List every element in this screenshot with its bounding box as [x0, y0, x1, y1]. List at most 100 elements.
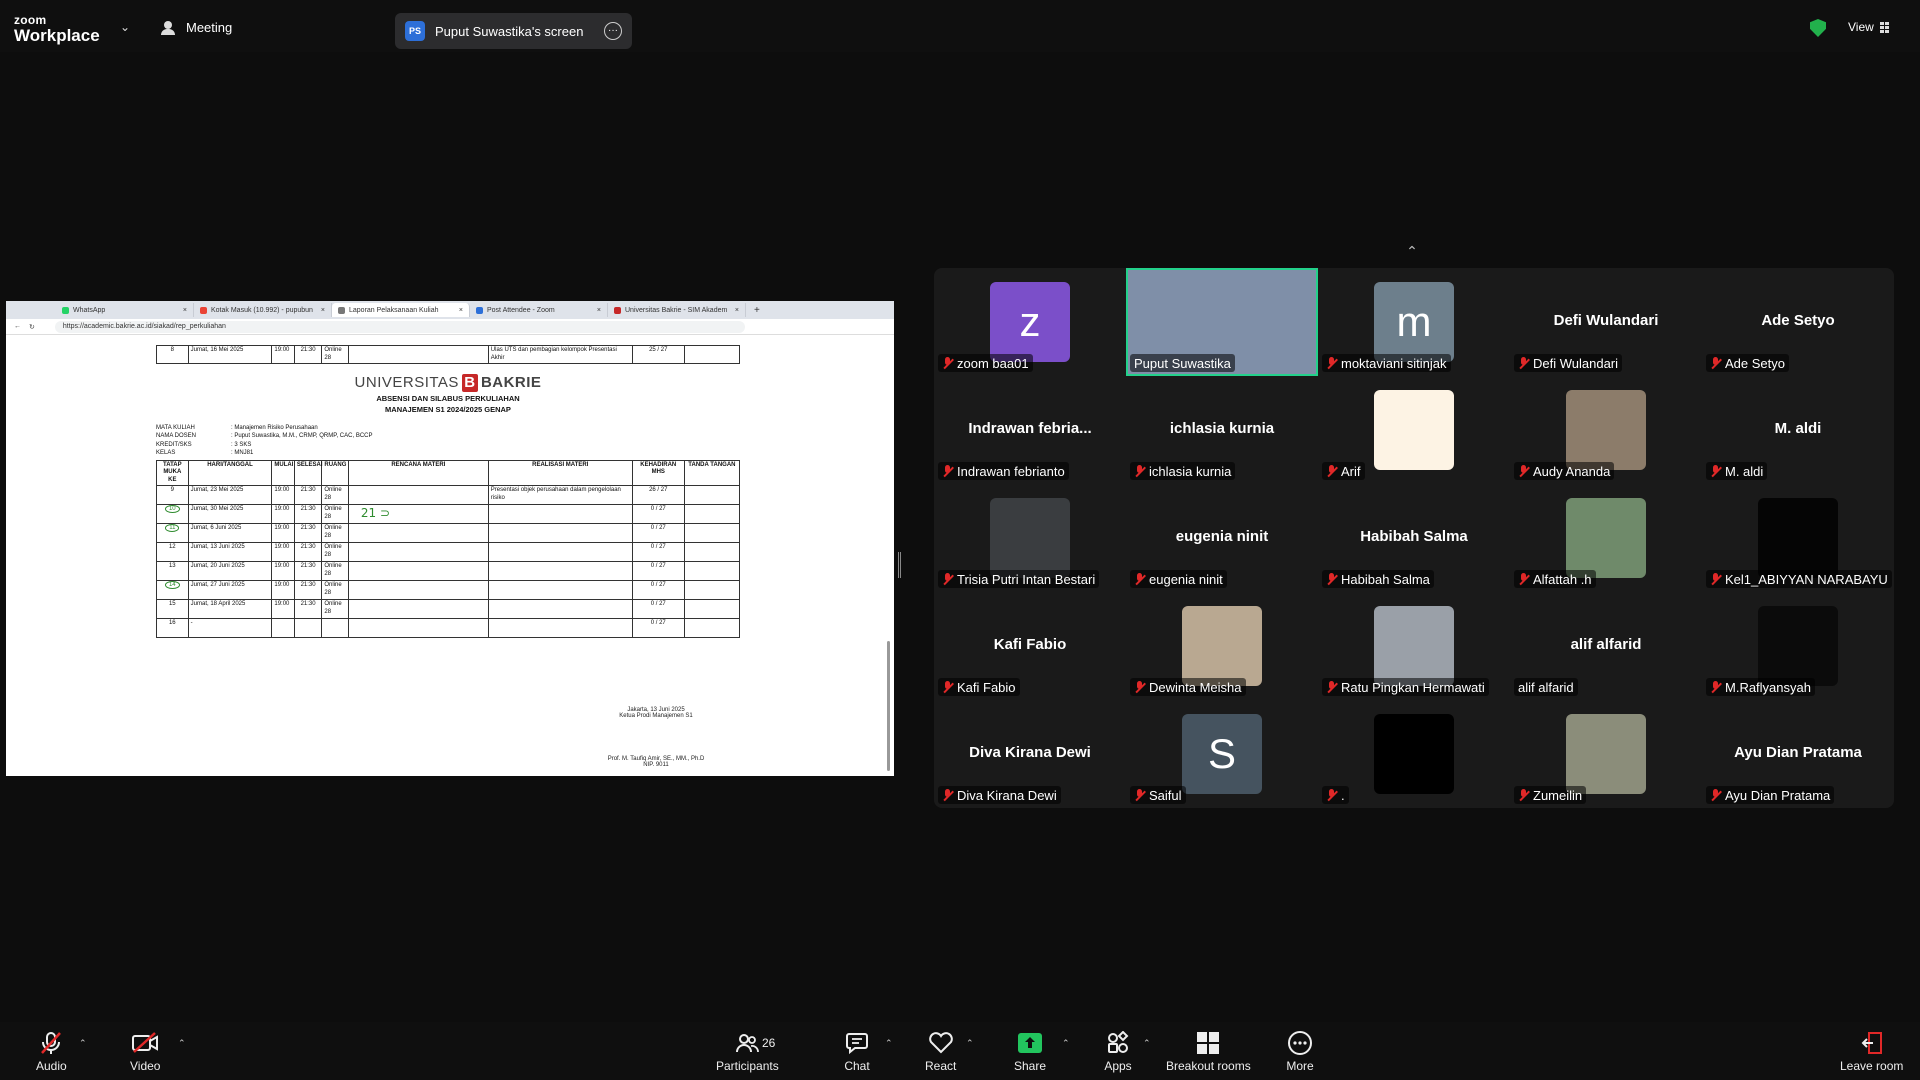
mic-muted-icon — [1326, 572, 1337, 586]
close-tab-icon[interactable]: × — [183, 307, 187, 314]
participant-tile[interactable]: Defi Wulandari Defi Wulandari — [1510, 268, 1702, 376]
cell: Ulas UTS dan pembagian kelompok Presenta… — [487, 345, 633, 364]
close-tab-icon[interactable]: × — [459, 307, 463, 314]
participant-tile[interactable]: Audy Ananda — [1510, 376, 1702, 484]
zoom-logo[interactable]: zoom Workplace — [14, 14, 100, 44]
column-header: RENCANA MATERI — [347, 459, 489, 487]
participant-tile[interactable]: alif alfarid alif alfarid — [1510, 592, 1702, 700]
participant-tile[interactable]: Zumeilin — [1510, 700, 1702, 808]
chevron-down-icon[interactable]: ⌄ — [120, 20, 130, 34]
chat-options-chevron-icon[interactable]: ⌃ — [885, 1038, 893, 1049]
scrollbar[interactable] — [887, 641, 890, 771]
security-shield-icon[interactable] — [1810, 19, 1826, 37]
participant-tile[interactable]: Trisia Putri Intan Bestari — [934, 484, 1126, 592]
browser-tab[interactable]: Post Attendee - Zoom × — [470, 303, 608, 317]
participant-tile[interactable]: ichlasia kurnia ichlasia kurnia — [1126, 376, 1318, 484]
participant-tile[interactable]: Ade Setyo Ade Setyo — [1702, 268, 1894, 376]
mic-muted-icon — [1134, 680, 1145, 694]
table-row: 9 Jumat, 23 Mei 2025 19:00 21:30 Online 28 Pr… — [156, 485, 741, 506]
share-screen-icon — [1016, 1030, 1044, 1056]
participant-tile[interactable]: eugenia ninit eugenia ninit — [1126, 484, 1318, 592]
back-icon[interactable]: ← — [14, 323, 21, 330]
cell-text: 21:30 — [300, 506, 316, 513]
participant-tile[interactable]: M.Raflyansyah — [1702, 592, 1894, 700]
signature-block: Jakarta, 13 Juni 2025 Ketua Prodi Manaje… — [596, 707, 716, 719]
mic-muted-icon — [1326, 464, 1337, 478]
cell-date: Jumat, 6 Juni 2025 — [187, 523, 273, 544]
split-resize-handle[interactable] — [898, 552, 901, 578]
participant-display-name: Habibah Salma — [1360, 528, 1468, 545]
participant-tile[interactable]: Puput Suwastika — [1126, 268, 1318, 376]
browser-tab[interactable]: Laporan Pelaksanaan Kuliah × — [332, 303, 470, 317]
audio-options-chevron-icon[interactable]: ⌃ — [79, 1038, 87, 1049]
participant-name: ichlasia kurnia — [1149, 463, 1232, 479]
participant-tile[interactable]: Habibah Salma Habibah Salma — [1318, 484, 1510, 592]
browser-tab[interactable]: WhatsApp × — [56, 303, 194, 317]
participant-display-name: Diva Kirana Dewi — [969, 744, 1091, 761]
participant-tile[interactable]: Ratu Pingkan Hermawati — [1318, 592, 1510, 700]
chat-button[interactable]: Chat — [843, 1030, 871, 1073]
apps-button[interactable]: Apps — [1104, 1030, 1132, 1073]
audio-button[interactable]: Audio — [36, 1030, 67, 1073]
participants-icon — [733, 1030, 761, 1056]
more-icon — [1286, 1030, 1314, 1056]
participant-tile[interactable]: Alfattah .h — [1510, 484, 1702, 592]
shared-screen-pill[interactable]: PS Puput Suwastika's screen ··· — [395, 13, 632, 49]
url-field[interactable]: https://academic.bakrie.ac.id/siakad/rep… — [54, 320, 745, 333]
top-row-table: 8 Jumat, 16 Mei 2025 19:00 21:30 Online … — [156, 345, 741, 364]
close-tab-icon[interactable]: × — [597, 307, 601, 314]
video-options-chevron-icon[interactable]: ⌃ — [178, 1038, 186, 1049]
share-options-chevron-icon[interactable]: ⌃ — [1062, 1038, 1070, 1049]
close-tab-icon[interactable]: × — [321, 307, 325, 314]
table-row: 15 Jumat, 18 April 2025 19:00 21:30 Online 2… — [156, 599, 741, 620]
cell-text: 19:00 — [274, 506, 290, 513]
cell-no: 12 — [156, 542, 189, 563]
more-options-icon[interactable]: ··· — [604, 22, 622, 40]
mic-muted-icon — [942, 572, 953, 586]
view-button[interactable]: View — [1848, 20, 1889, 34]
participant-tile[interactable]: Ayu Dian Pratama Ayu Dian Pratama — [1702, 700, 1894, 808]
share-button[interactable]: Share — [1014, 1030, 1046, 1073]
participant-tile[interactable]: z zoom baa01 — [934, 268, 1126, 376]
react-button[interactable]: React — [925, 1030, 956, 1073]
avatar: S — [1182, 714, 1262, 794]
leave-room-button[interactable]: Leave room — [1840, 1030, 1903, 1073]
chevron-up-icon[interactable]: ⌃ — [1376, 236, 1448, 266]
apps-options-chevron-icon[interactable]: ⌃ — [1143, 1038, 1151, 1049]
mic-muted-icon — [1518, 356, 1529, 370]
participant-tile[interactable]: . — [1318, 700, 1510, 808]
signatory: Prof. M. Taufiq Amir, SE., MM., Ph.D NIP… — [581, 756, 731, 768]
participant-tile[interactable]: S Saiful — [1126, 700, 1318, 808]
reload-icon[interactable]: ↻ — [29, 323, 35, 331]
participant-tile[interactable]: m moktaviani sitinjak — [1318, 268, 1510, 376]
attendance-document: 8 Jumat, 16 Mei 2025 19:00 21:30 Online … — [156, 345, 741, 639]
participant-tile[interactable]: Diva Kirana Dewi Diva Kirana Dewi — [934, 700, 1126, 808]
close-tab-icon[interactable]: × — [735, 307, 739, 314]
more-button[interactable]: More — [1286, 1030, 1314, 1073]
participant-tile[interactable]: Dewinta Meisha — [1126, 592, 1318, 700]
cell-room — [321, 618, 349, 639]
meeting-menu[interactable]: Meeting — [160, 20, 232, 35]
breakout-rooms-button[interactable]: Breakout rooms — [1166, 1030, 1251, 1073]
participant-tile[interactable]: Indrawan febria... Indrawan febrianto — [934, 376, 1126, 484]
metadata-row: KREDIT/SKS: 3 SKS — [156, 441, 740, 449]
react-options-chevron-icon[interactable]: ⌃ — [966, 1038, 974, 1049]
participant-name-label: eugenia ninit — [1130, 570, 1227, 588]
browser-tab[interactable]: Universitas Bakrie - SIM Akadem × — [608, 303, 746, 317]
cell-text: Online 28 — [324, 506, 342, 520]
cell-att: 0 / 27 — [631, 542, 685, 563]
video-button[interactable]: Video — [130, 1030, 160, 1073]
mic-muted-icon — [1518, 464, 1529, 478]
browser-tab[interactable]: Kotak Masuk (10.992) - pupubun × — [194, 303, 332, 317]
cell-att: 0 / 27 — [631, 504, 685, 525]
new-tab-icon[interactable]: + — [754, 305, 760, 316]
participant-tile[interactable]: Kafi Fabio Kafi Fabio — [934, 592, 1126, 700]
audio-label: Audio — [36, 1059, 67, 1073]
participant-tile[interactable]: Kel1_ABIYYAN NARABAYU D — [1702, 484, 1894, 592]
participant-tile[interactable]: Arif — [1318, 376, 1510, 484]
participant-name: Zumeilin — [1533, 787, 1583, 803]
participant-name-label: Kel1_ABIYYAN NARABAYU D — [1706, 570, 1892, 588]
participant-tile[interactable]: M. aldi M. aldi — [1702, 376, 1894, 484]
video-feed — [1182, 606, 1262, 686]
cell-rencana — [347, 523, 489, 544]
